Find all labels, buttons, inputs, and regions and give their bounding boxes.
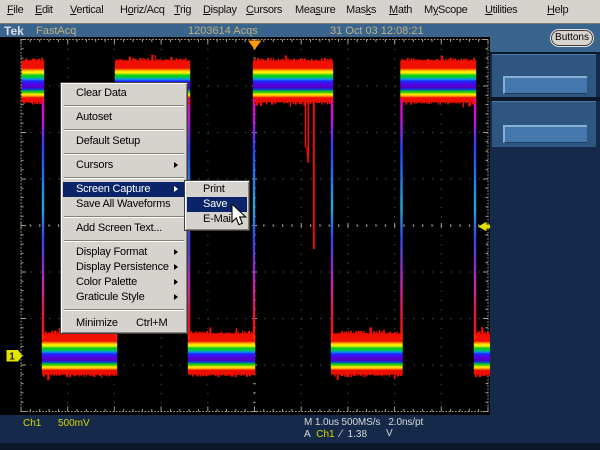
svg-text:1: 1	[9, 352, 15, 363]
